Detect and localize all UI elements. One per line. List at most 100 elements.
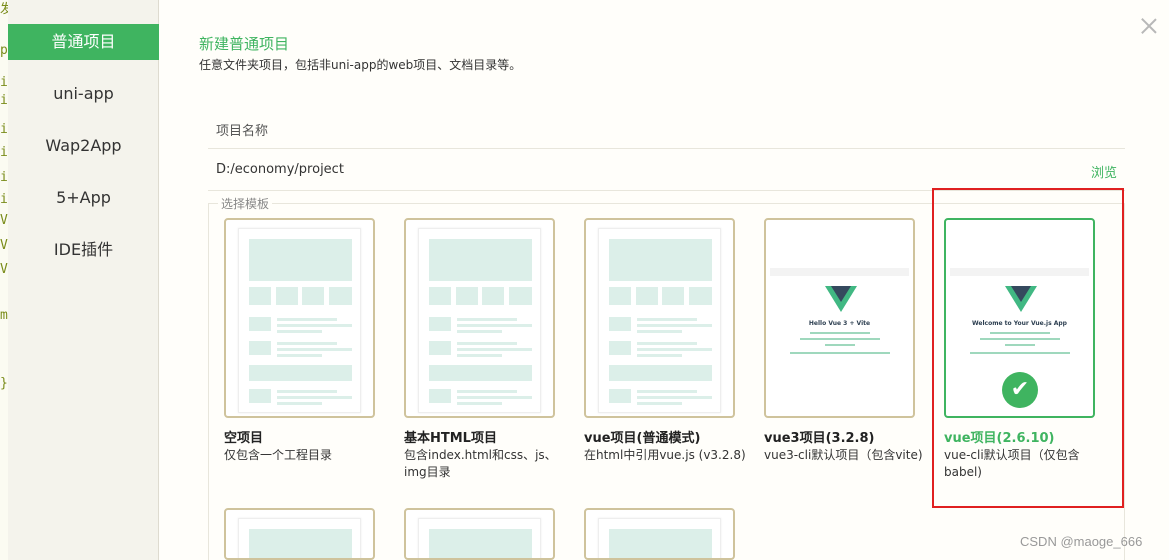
sidebar-item-3[interactable]: Wap2App: [8, 128, 159, 164]
wireframe-block: [429, 239, 532, 281]
template-thumbnail[interactable]: [224, 218, 375, 418]
wireframe-block: [277, 330, 322, 333]
wireframe-block: [457, 402, 502, 405]
wireframe-block: [482, 287, 504, 305]
wireframe-block: [277, 324, 352, 327]
template-thumbnail[interactable]: Welcome to Your Vue.js App ✔: [944, 218, 1095, 418]
wireframe-block: [637, 348, 712, 351]
template-thumbnail[interactable]: [584, 508, 735, 560]
dialog-title: 新建普通项目: [199, 35, 290, 53]
wireframe-block: [637, 396, 712, 399]
new-project-dialog: 新建普通项目 任意文件夹项目，包括非uni-app的web项目、文档目录等。 项…: [159, 0, 1169, 560]
wireframe-block: [637, 330, 682, 333]
wireframe-block: [249, 239, 352, 281]
template-description: vue3-cli默认项目（包含vite): [764, 448, 923, 462]
wireframe-block: [637, 318, 697, 321]
template-thumbnail[interactable]: Hello Vue 3 + Vite: [764, 218, 915, 418]
vue-logo-inner: [831, 286, 851, 302]
template-thumbnail[interactable]: [404, 218, 555, 418]
editor-code-char: i: [0, 170, 8, 185]
template-thumbnail[interactable]: [584, 218, 735, 418]
wireframe-block: [509, 287, 532, 305]
close-icon[interactable]: [1141, 18, 1157, 34]
wireframe-block: [457, 390, 517, 393]
editor-code-char: i: [0, 192, 8, 207]
template-description: 仅包含一个工程目录: [224, 448, 333, 462]
preview-text-line: [990, 332, 1050, 334]
browse-button[interactable]: 浏览: [1091, 162, 1117, 181]
wireframe-block: [277, 348, 352, 351]
wireframe-block: [457, 330, 502, 333]
preview-text-line: [970, 352, 1070, 354]
wireframe-block: [637, 402, 682, 405]
template-legend: 选择模板: [218, 195, 273, 212]
template-name: vue项目(2.6.10): [944, 431, 1055, 446]
template-thumbnail[interactable]: [224, 508, 375, 560]
editor-code-char: i: [0, 93, 8, 108]
wireframe-block: [276, 287, 298, 305]
sidebar-item-1[interactable]: 普通项目: [8, 24, 159, 60]
template-description: vue-cli默认项目（仅包含babel): [944, 448, 1080, 479]
wireframe-block: [456, 287, 478, 305]
wireframe-block: [637, 324, 712, 327]
wireframe-block: [609, 317, 631, 331]
template-description: 包含index.html和css、js、img目录: [404, 448, 557, 479]
project-name-placeholder: 项目名称: [216, 124, 269, 139]
wireframe-block: [277, 390, 337, 393]
check-icon: ✔: [1002, 372, 1038, 408]
wireframe-block: [662, 287, 684, 305]
wireframe-block: [609, 529, 712, 558]
sidebar-item-4[interactable]: 5+App: [8, 180, 159, 216]
preview-text-line: [980, 338, 1060, 340]
preview-text-line: [1005, 344, 1035, 346]
wireframe-block: [609, 365, 712, 381]
wireframe-block: [249, 529, 352, 558]
wireframe-block: [429, 389, 451, 403]
template-name: vue项目(普通模式): [584, 431, 701, 446]
wireframe-block: [637, 342, 697, 345]
preview-text-line: [800, 338, 880, 340]
template-description: 在html中引用vue.js (v3.2.8): [584, 448, 746, 462]
wireframe-block: [249, 389, 271, 403]
wireframe-block: [249, 317, 271, 331]
wireframe-block: [249, 365, 352, 381]
sidebar-item-5[interactable]: IDE插件: [8, 232, 159, 268]
wireframe-block: [689, 287, 712, 305]
editor-code-char: i: [0, 145, 8, 160]
vue-app-preview: Hello Vue 3 + Vite: [770, 268, 909, 373]
editor-code-char: m: [0, 308, 8, 323]
wireframe-block: [457, 342, 517, 345]
editor-code-char: V: [0, 238, 8, 253]
editor-code-char: i: [0, 122, 8, 137]
vue-logo-inner: [1011, 286, 1031, 302]
wireframe-block: [609, 239, 712, 281]
wireframe-preview: [598, 518, 721, 558]
wireframe-block: [277, 354, 322, 357]
wireframe-block: [277, 318, 337, 321]
sidebar-item-2[interactable]: uni-app: [8, 76, 159, 112]
wireframe-block: [249, 287, 271, 305]
wireframe-preview: [238, 228, 361, 413]
wireframe-block: [457, 396, 532, 399]
project-name-field[interactable]: 项目名称: [208, 107, 1125, 149]
wireframe-block: [329, 287, 352, 305]
wireframe-block: [249, 341, 271, 355]
wireframe-block: [457, 324, 532, 327]
editor-code-char: V: [0, 262, 8, 277]
template-name: 基本HTML项目: [404, 431, 497, 446]
wireframe-block: [429, 341, 451, 355]
preview-title: Welcome to Your Vue.js App: [972, 320, 1067, 327]
wireframe-block: [429, 365, 532, 381]
wireframe-block: [429, 287, 451, 305]
template-name: vue3项目(3.2.8): [764, 431, 875, 446]
wireframe-block: [637, 354, 682, 357]
template-thumbnail[interactable]: [404, 508, 555, 560]
project-path-value: D:/economy/project: [216, 162, 344, 177]
wireframe-block: [277, 402, 322, 405]
wireframe-preview: [418, 228, 541, 413]
project-path-field[interactable]: D:/economy/project 浏览: [208, 149, 1125, 191]
editor-code-char: }: [0, 376, 8, 391]
preview-text-line: [790, 352, 890, 354]
dialog-subtitle: 任意文件夹项目，包括非uni-app的web项目、文档目录等。: [199, 58, 522, 72]
wireframe-block: [457, 348, 532, 351]
